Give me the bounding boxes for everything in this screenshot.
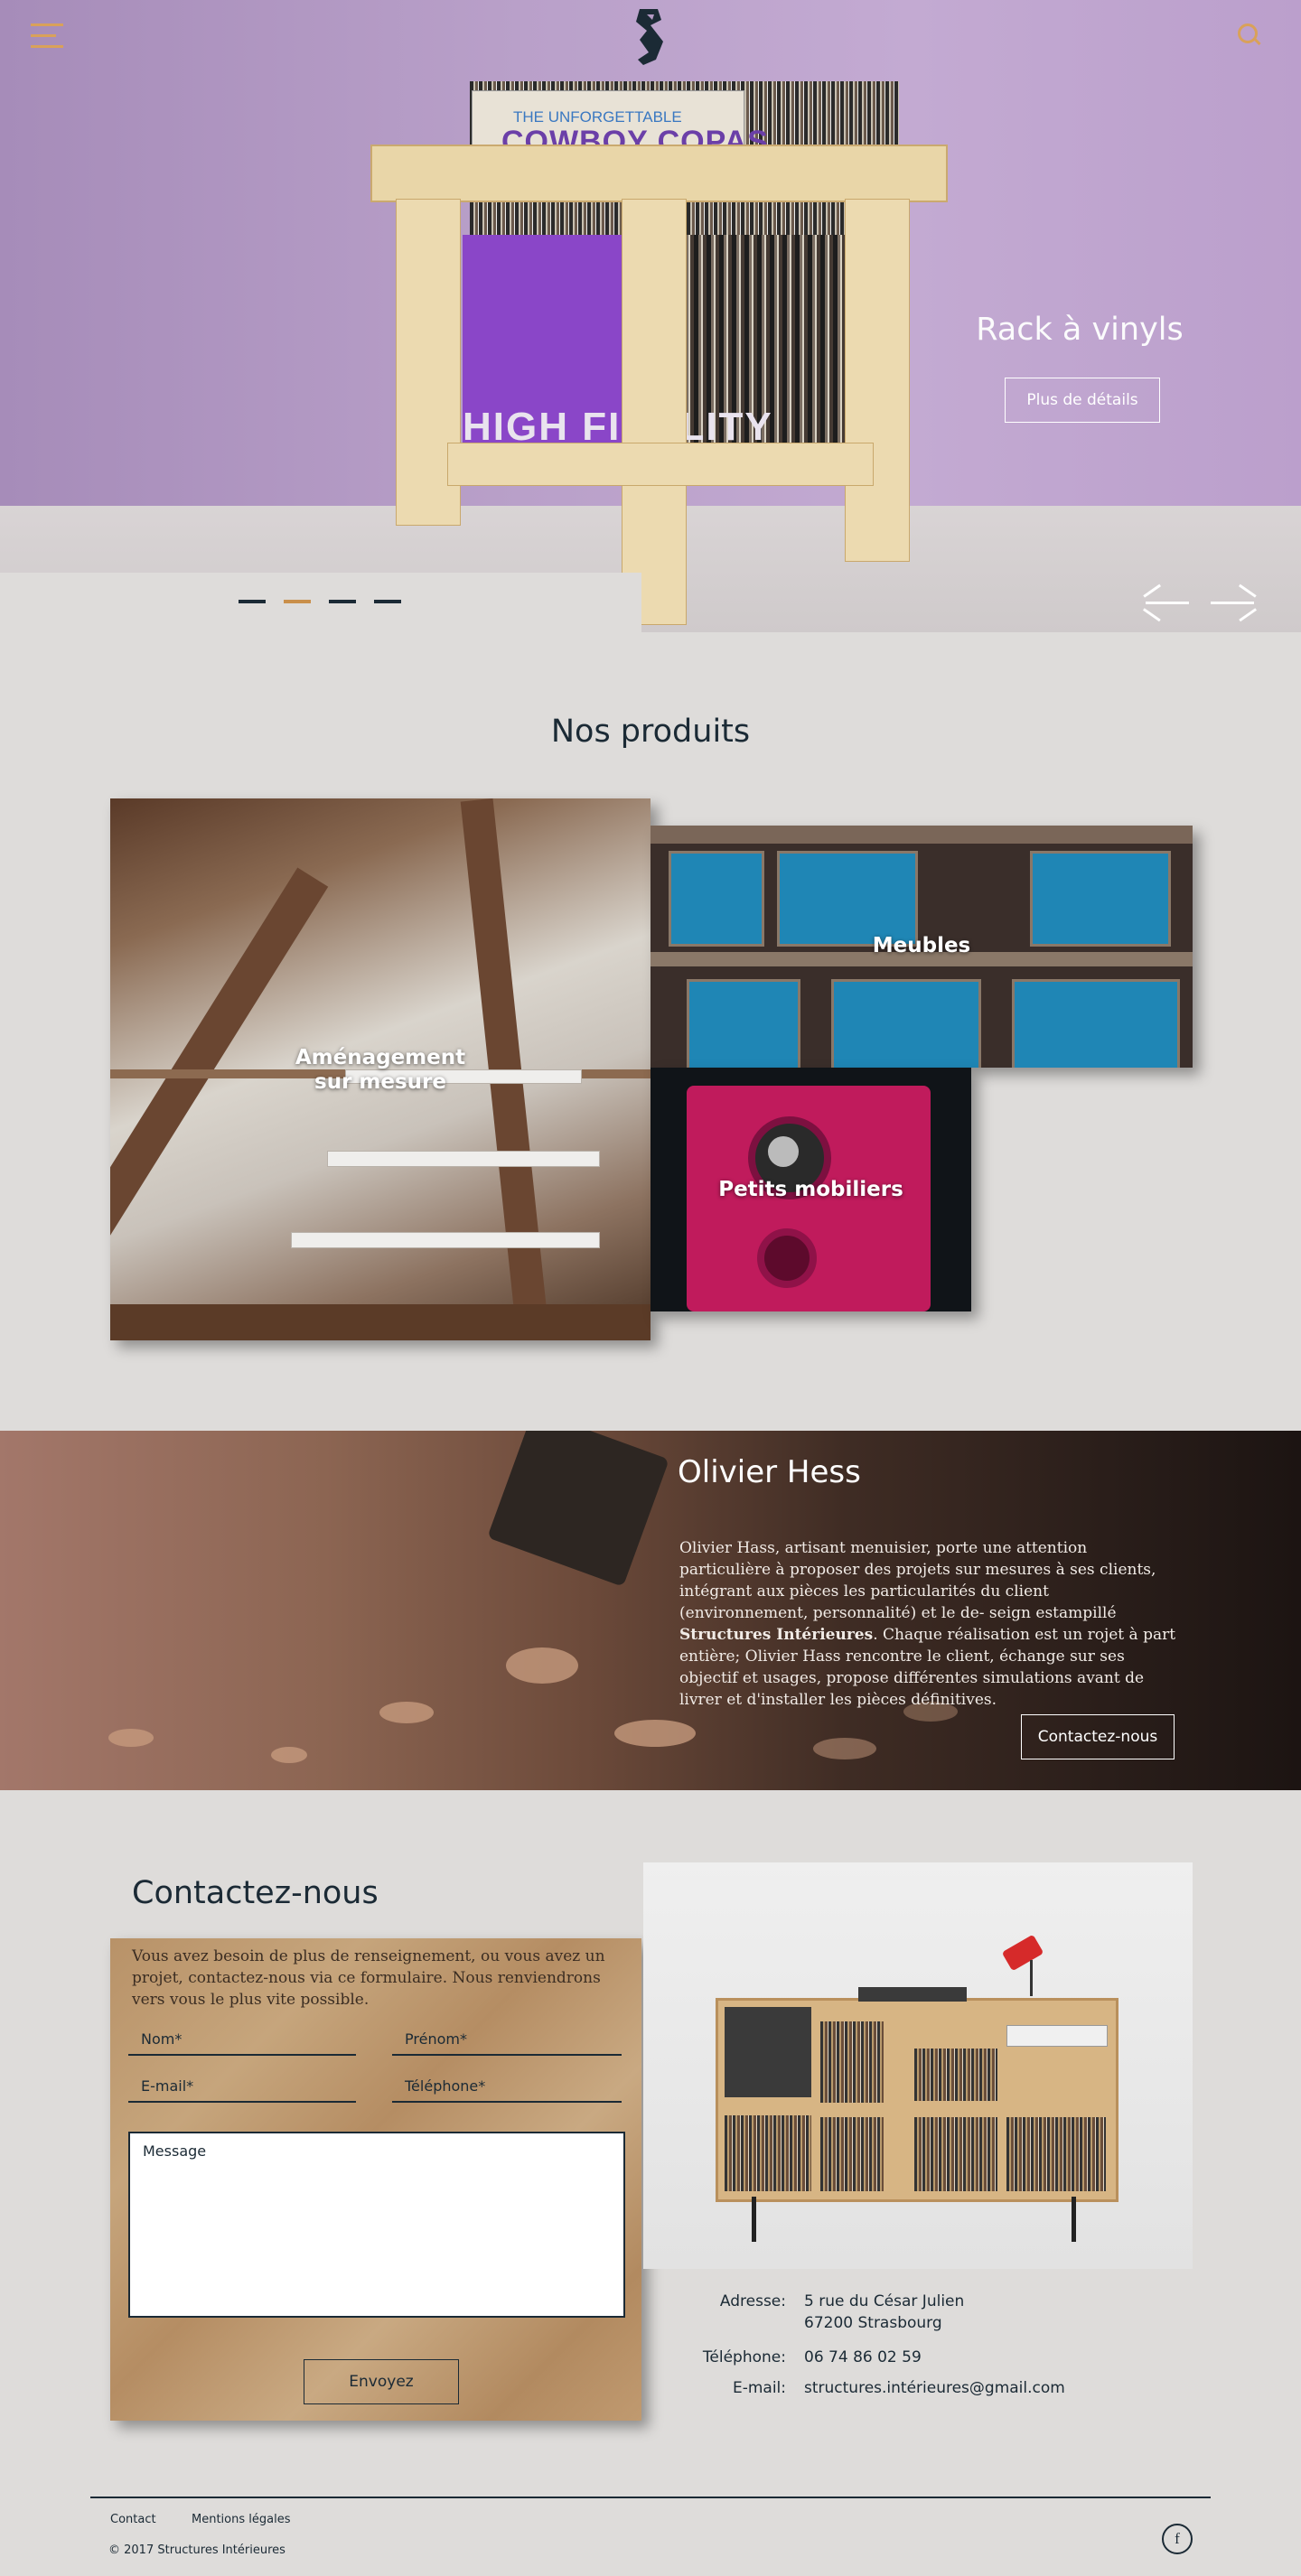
image-shelf — [327, 1151, 600, 1167]
chisel-tool — [487, 1431, 669, 1587]
message-textarea[interactable]: Message — [128, 2132, 625, 2318]
prenom-placeholder: Prénom* — [405, 2030, 467, 2048]
hamburger-icon-bar — [31, 45, 63, 48]
image-shelf — [650, 826, 1193, 844]
nom-placeholder: Nom* — [141, 2030, 183, 2048]
hamburger-icon — [31, 23, 63, 26]
address-line2: 67200 Strasbourg — [804, 2314, 942, 2332]
about-text-bold: Structures Intérieures — [679, 1626, 874, 1644]
hamburger-icon-bar — [31, 34, 56, 37]
slider-dot-3[interactable] — [329, 600, 356, 603]
image-cabinet-leg — [752, 2197, 756, 2242]
image-vinyl-row — [820, 2117, 884, 2191]
wood-shaving — [379, 1702, 434, 1723]
image-speaker-port — [757, 1228, 817, 1288]
slider-controls-bar — [0, 573, 641, 632]
image-cube — [687, 979, 800, 1068]
prev-slide-arrow-icon[interactable] — [1143, 583, 1191, 621]
wood-shaving — [271, 1747, 307, 1763]
image-vinyl-row — [725, 2115, 811, 2191]
contact-us-button[interactable]: Contactez-nous — [1021, 1714, 1175, 1759]
arrow-shaft — [1146, 602, 1189, 604]
image-cabinet-cell — [725, 2007, 811, 2097]
contact-title: Contactez-nous — [132, 1875, 379, 1911]
footer-link-mentions[interactable]: Mentions légales — [192, 2513, 290, 2526]
copyright: © 2017 Structures Intérieures — [108, 2543, 285, 2557]
image-lamp-shade — [1001, 1934, 1044, 1972]
nom-field[interactable]: Nom* — [128, 2023, 356, 2056]
wood-shaving — [813, 1738, 876, 1759]
arrow-shaft — [1211, 602, 1254, 604]
email-label: E-mail: — [732, 2379, 786, 2397]
image-shelf — [291, 1232, 600, 1248]
image-vinyl-row — [914, 2049, 997, 2101]
image-vinyl-row — [914, 2117, 997, 2191]
rack-frame — [370, 145, 948, 202]
search-button[interactable] — [1236, 22, 1263, 49]
image-lamp-stand — [1030, 1960, 1033, 1996]
image-turntable — [858, 1987, 967, 2002]
email-field[interactable]: E-mail* — [128, 2070, 356, 2103]
next-slide-arrow-icon[interactable] — [1209, 583, 1257, 621]
slider-dot-2[interactable] — [284, 600, 311, 603]
product-card-meubles[interactable]: Meubles — [650, 826, 1193, 1068]
image-vinyl-row — [1006, 2117, 1106, 2191]
image-speaker-center — [768, 1136, 799, 1167]
about-title: Olivier Hess — [678, 1454, 861, 1490]
slider-dot-1[interactable] — [239, 600, 266, 603]
slider-dot-4[interactable] — [374, 600, 401, 603]
address-line1: 5 rue du César Julien — [804, 2292, 965, 2310]
submit-button[interactable]: Envoyez — [304, 2359, 459, 2404]
about-text-part: Olivier Hass, artisant menuisier, porte … — [679, 1539, 1156, 1622]
image-cube — [1012, 979, 1180, 1068]
rack-leg — [622, 199, 687, 625]
album-subtitle: THE UNFORGETTABLE — [513, 108, 682, 126]
site-logo[interactable] — [620, 5, 678, 69]
wood-shaving — [614, 1720, 696, 1747]
image-floor — [110, 1304, 650, 1340]
message-placeholder: Message — [143, 2142, 207, 2160]
product-label-petits-mobiliers: Petits mobiliers — [718, 1178, 903, 1201]
rack-leg — [845, 199, 910, 562]
footer-link-contact[interactable]: Contact — [110, 2513, 156, 2526]
image-vinyl-row — [820, 2021, 884, 2103]
telephone-field[interactable]: Téléphone* — [392, 2070, 622, 2103]
facebook-icon[interactable]: f — [1162, 2524, 1193, 2554]
image-cube — [1030, 851, 1171, 947]
about-text: Olivier Hass, artisant menuisier, porte … — [679, 1537, 1176, 1711]
wood-shaving — [506, 1647, 578, 1684]
prenom-field[interactable]: Prénom* — [392, 2023, 622, 2056]
phone-value: 06 74 86 02 59 — [804, 2348, 922, 2366]
telephone-placeholder: Téléphone* — [405, 2077, 486, 2095]
menu-button[interactable] — [31, 23, 63, 49]
details-button[interactable]: Plus de détails — [1005, 378, 1160, 423]
email-placeholder: E-mail* — [141, 2077, 194, 2095]
image-cube — [669, 851, 764, 947]
product-card-petits-mobiliers[interactable]: Petits mobiliers — [650, 1068, 971, 1311]
image-cube — [777, 851, 918, 947]
image-beam — [110, 867, 329, 1340]
rack-crossbar — [447, 443, 874, 486]
footer-divider — [90, 2497, 1211, 2498]
image-cube — [831, 979, 981, 1068]
address-label: Adresse: — [719, 2292, 786, 2310]
hero-title: Rack à vinyls — [976, 312, 1184, 348]
product-card-amenagement[interactable]: Aménagement sur mesure — [110, 798, 650, 1340]
wood-shaving — [108, 1729, 154, 1747]
image-amplifier — [1006, 2025, 1108, 2047]
image-cabinet-leg — [1072, 2197, 1076, 2242]
phone-label: Téléphone: — [702, 2348, 786, 2366]
furniture-photo — [643, 1862, 1193, 2269]
product-label-meubles: Meubles — [872, 934, 971, 957]
products-title: Nos produits — [550, 714, 751, 750]
product-label-amenagement: Aménagement sur mesure — [295, 1046, 466, 1094]
email-value: structures.intérieures@gmail.com — [804, 2379, 1065, 2397]
contact-intro: Vous avez besoin de plus de renseignemen… — [132, 1947, 605, 2009]
